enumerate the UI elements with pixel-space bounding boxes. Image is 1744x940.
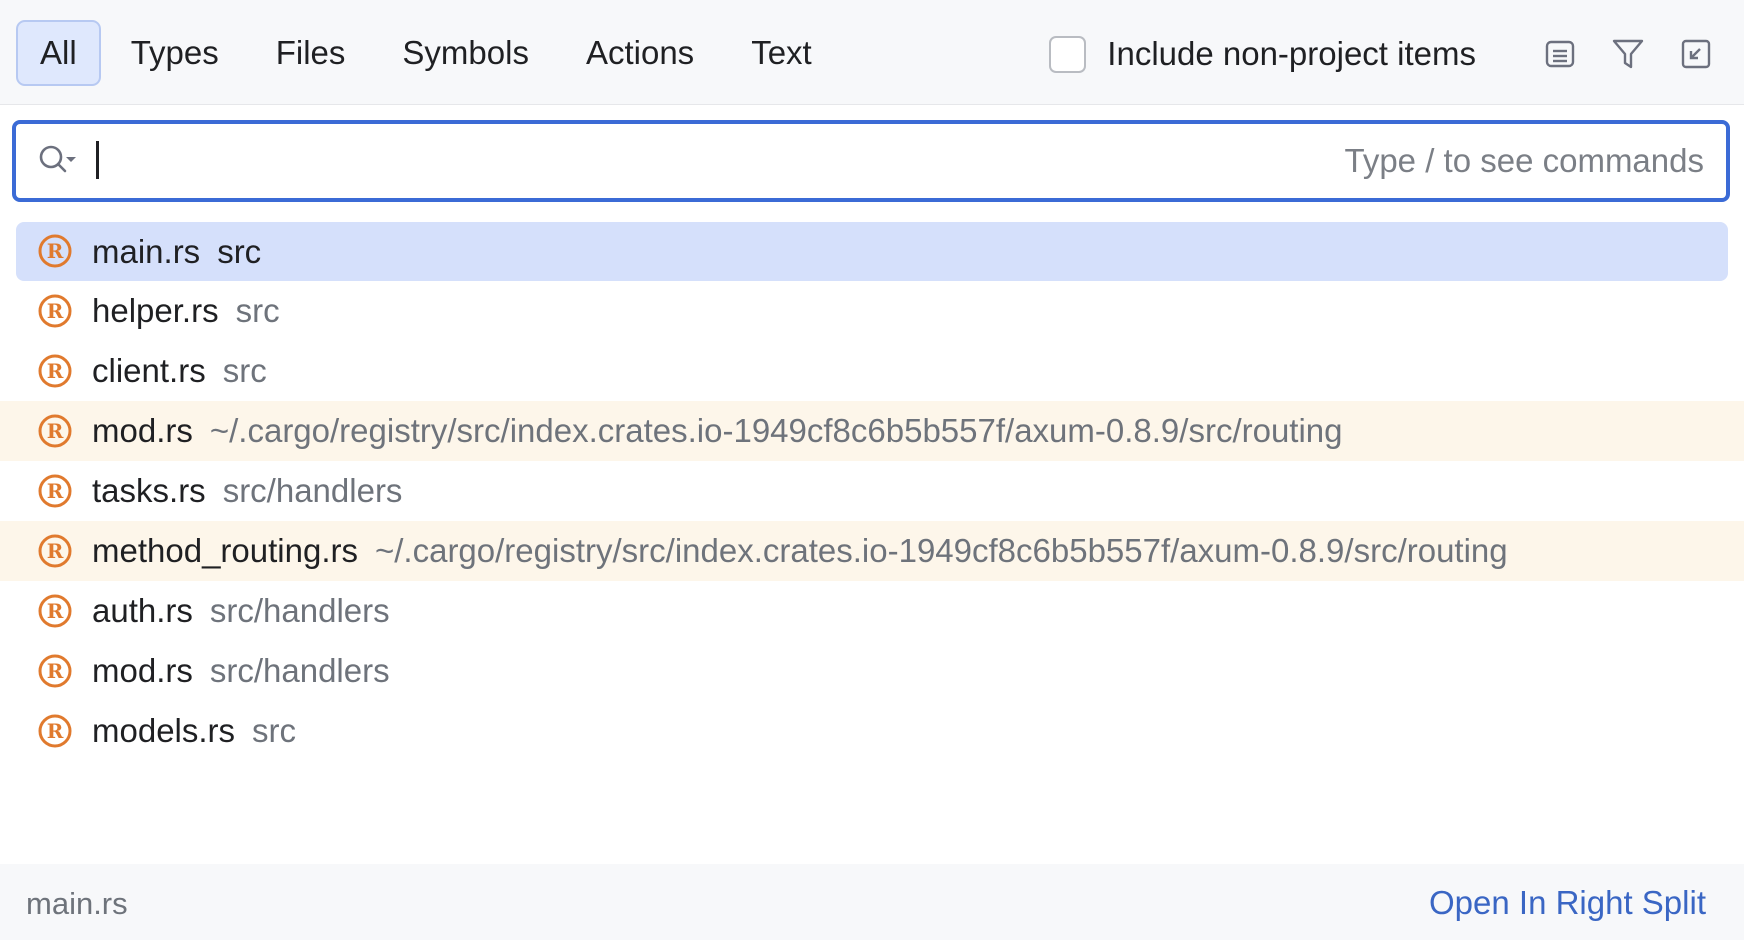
result-row[interactable]: R mod.rs ~/.cargo/registry/src/index.crat… <box>0 401 1744 461</box>
selected-file-path: main.rs <box>26 886 128 921</box>
svg-text:R: R <box>47 359 64 383</box>
text-caret <box>96 141 99 179</box>
tab-types[interactable]: Types <box>104 20 246 86</box>
result-name: models.rs src <box>92 712 297 749</box>
tab-symbols[interactable]: Symbols <box>375 20 556 86</box>
search-everywhere-popup: All Types Files Symbols Actions Text Inc… <box>0 0 1744 940</box>
tab-text[interactable]: Text <box>724 20 839 86</box>
rust-file-icon: R <box>38 354 72 388</box>
search-input[interactable] <box>106 132 1206 190</box>
preview-icon[interactable] <box>1540 34 1580 74</box>
rust-file-icon: R <box>38 294 72 328</box>
rust-file-icon: R <box>38 534 72 568</box>
result-name: tasks.rs src/handlers <box>92 472 403 509</box>
result-name: method_routing.rs ~/.cargo/registry/src/i… <box>92 532 1508 569</box>
svg-text:R: R <box>47 659 64 683</box>
rust-file-icon: R <box>38 414 72 448</box>
result-name: helper.rs src <box>92 292 280 329</box>
result-name: mod.rs src/handlers <box>92 652 390 689</box>
footer: main.rs Open In Right Split <box>0 864 1744 940</box>
open-in-right-split-link[interactable]: Open In Right Split <box>1429 884 1706 922</box>
tab-all[interactable]: All <box>16 20 101 86</box>
tab-bar: All Types Files Symbols Actions Text <box>16 19 842 87</box>
result-location: src <box>222 352 267 389</box>
svg-text:R: R <box>47 419 64 443</box>
tab-files[interactable]: Files <box>249 20 373 86</box>
results-list: R main.rs src R helper.rs src R client.rs s… <box>0 220 1744 761</box>
result-name: mod.rs ~/.cargo/registry/src/index.crates… <box>92 412 1343 449</box>
rust-file-icon: R <box>38 474 72 508</box>
svg-text:R: R <box>47 239 64 263</box>
result-row[interactable]: R models.rs src <box>0 701 1744 761</box>
result-location: ~/.cargo/registry/src/index.crates.io-19… <box>374 532 1508 569</box>
result-name: auth.rs src/handlers <box>92 592 390 629</box>
search-with-history-icon[interactable] <box>36 142 80 182</box>
include-non-project-checkbox[interactable] <box>1049 35 1087 73</box>
result-name: client.rs src <box>92 352 267 389</box>
search-field[interactable]: Type / to see commands <box>12 120 1730 202</box>
filter-icon[interactable] <box>1608 34 1648 74</box>
result-name: main.rs src <box>92 232 262 270</box>
result-row[interactable]: R helper.rs src <box>0 281 1744 341</box>
header-controls: Include non-project items <box>1049 30 1716 78</box>
result-location: ~/.cargo/registry/src/index.crates.io-19… <box>209 412 1343 449</box>
header: All Types Files Symbols Actions Text Inc… <box>0 0 1744 105</box>
result-row[interactable]: R main.rs src <box>16 222 1728 281</box>
result-row[interactable]: R auth.rs src/handlers <box>0 581 1744 641</box>
svg-text:R: R <box>47 719 64 743</box>
result-location: src/handlers <box>209 592 390 629</box>
result-location: src <box>252 712 297 749</box>
svg-text:R: R <box>47 479 64 503</box>
result-row[interactable]: R mod.rs src/handlers <box>0 641 1744 701</box>
result-row[interactable]: R method_routing.rs ~/.cargo/registry/src… <box>0 521 1744 581</box>
result-location: src <box>235 292 280 329</box>
include-non-project-label[interactable]: Include non-project items <box>1107 35 1476 73</box>
rust-file-icon: R <box>38 234 72 268</box>
open-in-tool-window-icon[interactable] <box>1676 34 1716 74</box>
result-row[interactable]: R tasks.rs src/handlers <box>0 461 1744 521</box>
svg-text:R: R <box>47 299 64 323</box>
rust-file-icon: R <box>38 594 72 628</box>
rust-file-icon: R <box>38 654 72 688</box>
tab-actions[interactable]: Actions <box>559 20 721 86</box>
svg-text:R: R <box>47 539 64 563</box>
svg-text:R: R <box>47 599 64 623</box>
rust-file-icon: R <box>38 714 72 748</box>
result-location: src <box>217 232 262 270</box>
search-hint: Type / to see commands <box>1344 142 1704 179</box>
result-location: src/handlers <box>209 652 390 689</box>
result-location: src/handlers <box>222 472 403 509</box>
result-row[interactable]: R client.rs src <box>0 341 1744 401</box>
